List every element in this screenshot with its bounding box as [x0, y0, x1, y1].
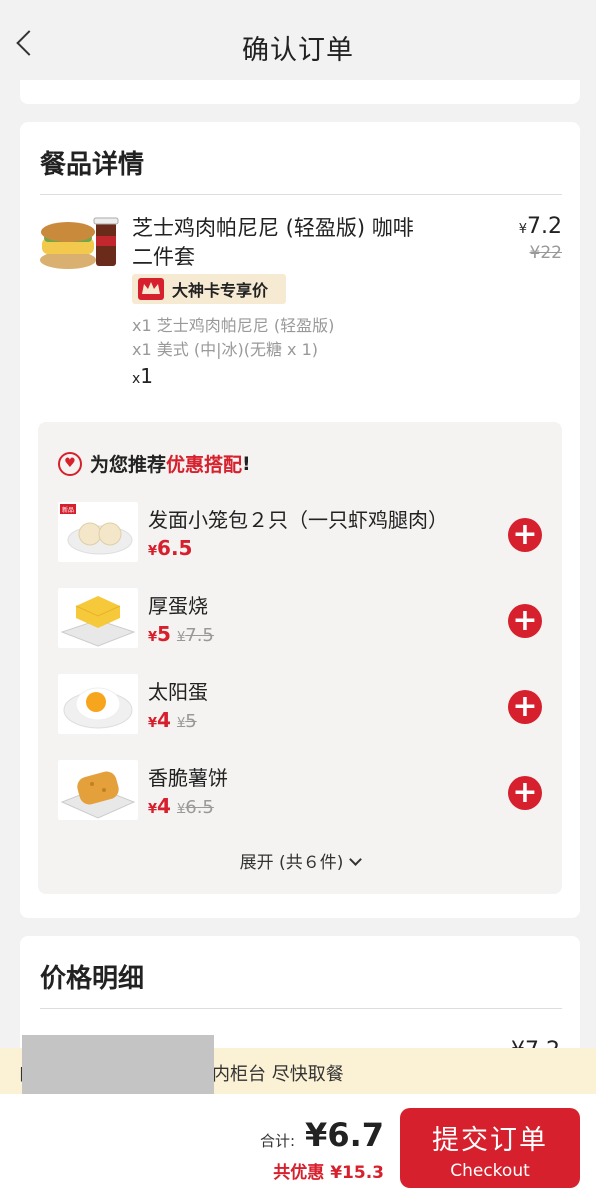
- new-badge: 新品: [62, 506, 74, 514]
- total-savings: 共优惠 ¥15.3: [273, 1163, 384, 1183]
- previous-card-bottom: [20, 80, 580, 104]
- price-symbol: ¥: [148, 544, 158, 559]
- heading-suffix: !: [242, 452, 251, 475]
- order-details-card: 餐品详情 芝士鸡肉帕尼尼 (轻盈版) 咖啡 二件套 ¥7.2 ¥22 大神卡专享…: [20, 122, 580, 918]
- section-title-price: 价格明细: [40, 964, 145, 994]
- item-price: ¥4 ¥6.5: [148, 794, 214, 818]
- page-title: 确认订单: [242, 35, 354, 66]
- price-symbol: ¥: [176, 630, 186, 645]
- item-name: 发面小笼包２只（一只虾鸡腿肉）: [148, 508, 448, 532]
- price-symbol: ¥: [148, 716, 158, 731]
- product-detail-line: x1 美式 (中|冰)(无糖 x 1): [132, 340, 319, 359]
- chevron-down-icon: [349, 853, 363, 866]
- expand-button[interactable]: 展开 (共６件): [38, 848, 562, 873]
- vip-price-badge: 大神卡专享价: [132, 274, 286, 304]
- qty-value: 1: [140, 364, 154, 388]
- item-image: [58, 674, 138, 734]
- product-name-line1: 芝士鸡肉帕尼尼 (轻盈版) 咖啡: [132, 216, 414, 240]
- header-bar: 确认订单: [0, 0, 596, 80]
- list-item[interactable]: 新品 发面小笼包２只（一只虾鸡腿肉） ¥6.5 +: [58, 502, 548, 564]
- item-original-price: 7.5: [185, 625, 214, 646]
- vip-tag-label: 大神卡专享价: [172, 281, 269, 300]
- add-icon[interactable]: +: [508, 604, 542, 638]
- product-name: 芝士鸡肉帕尼尼 (轻盈版) 咖啡 二件套: [132, 214, 432, 272]
- item-name: 太阳蛋: [148, 680, 208, 704]
- checkout-bar: 合计: ¥6.7 共优惠 ¥15.3 提交订单 Checkout: [0, 1094, 596, 1200]
- item-current-price: 4: [157, 708, 171, 732]
- item-image: [58, 760, 138, 820]
- item-price: ¥4 ¥5: [148, 708, 197, 732]
- total-label: 合计:: [259, 1132, 296, 1150]
- item-original-price: 5: [185, 711, 197, 732]
- item-name: 香脆薯饼: [148, 766, 228, 790]
- price-symbol: ¥: [176, 716, 186, 731]
- expand-label: 展开 (共６件): [239, 853, 344, 873]
- add-icon[interactable]: +: [508, 518, 542, 552]
- checkout-label-cn: 提交订单: [432, 1125, 548, 1156]
- checkout-button[interactable]: 提交订单 Checkout: [400, 1108, 580, 1188]
- divider: [40, 194, 562, 195]
- item-price: ¥5 ¥7.5: [148, 622, 214, 646]
- item-price: ¥6.5: [148, 536, 192, 560]
- heart-icon: ♥: [58, 451, 82, 476]
- product-price: ¥7.2 ¥22: [519, 214, 562, 263]
- item-image: [58, 588, 138, 648]
- product-detail-line: x1 芝士鸡肉帕尼尼 (轻盈版): [132, 316, 335, 335]
- add-icon[interactable]: +: [508, 776, 542, 810]
- divider: [40, 1008, 562, 1009]
- heading-highlight: 优惠搭配: [166, 454, 243, 476]
- notice-text: 内柜台 尽快取餐: [212, 1064, 344, 1085]
- total-row: 合计: ¥6.7: [260, 1116, 384, 1154]
- recommendation-heading: ♥ 为您推荐 优惠搭配!: [58, 450, 251, 477]
- price-symbol: ¥: [176, 802, 186, 817]
- crown-icon: [138, 278, 164, 300]
- price-symbol: ¥: [148, 802, 158, 817]
- price-symbol: ¥: [518, 222, 527, 237]
- item-current-price: 6.5: [157, 536, 193, 560]
- section-title-order: 餐品详情: [40, 150, 145, 180]
- item-name: 厚蛋烧: [148, 594, 208, 618]
- product-quantity: x1: [132, 364, 153, 388]
- product-image: [40, 217, 119, 269]
- item-image: 新品: [58, 502, 138, 562]
- item-current-price: 4: [157, 794, 171, 818]
- list-item[interactable]: 太阳蛋 ¥4 ¥5 +: [58, 674, 548, 736]
- list-item[interactable]: 厚蛋烧 ¥5 ¥7.5 +: [58, 588, 548, 650]
- item-original-price: 6.5: [185, 797, 214, 818]
- product-name-line2: 二件套: [132, 245, 195, 269]
- current-price: 7.2: [527, 214, 562, 239]
- checkout-label-en: Checkout: [450, 1161, 530, 1181]
- add-icon[interactable]: +: [508, 690, 542, 724]
- original-price: ¥22: [529, 243, 562, 263]
- heading-prefix: 为您推荐: [90, 454, 167, 476]
- price-symbol: ¥: [148, 630, 158, 645]
- recommendation-box: ♥ 为您推荐 优惠搭配! 新品 发面小笼包２只（一只虾鸡腿肉） ¥6.5 + 厚…: [38, 422, 562, 894]
- item-current-price: 5: [157, 622, 171, 646]
- list-item[interactable]: 香脆薯饼 ¥4 ¥6.5 +: [58, 760, 548, 822]
- total-amount: ¥6.7: [305, 1116, 384, 1154]
